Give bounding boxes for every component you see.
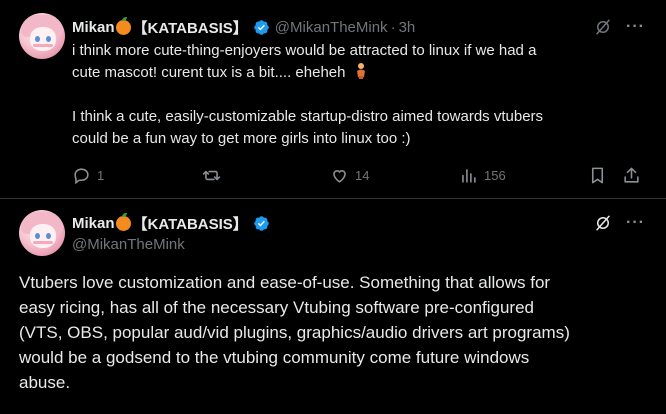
tweet1-top-right-icons: ··· xyxy=(594,18,645,36)
tweet2-top-right-icons: ··· xyxy=(594,214,645,232)
handle[interactable]: @MikanTheMink xyxy=(275,19,388,36)
tweet-divider xyxy=(0,198,666,199)
display-name[interactable]: Mikan xyxy=(72,215,115,232)
grok-icon[interactable] xyxy=(594,18,612,36)
separator-dot: · xyxy=(390,19,396,36)
share-button[interactable] xyxy=(622,166,641,185)
display-name-tag[interactable]: 【KATABASIS】 xyxy=(133,213,248,234)
tweet2-line: would be a godsend to the vtubing commun… xyxy=(19,348,530,367)
like-button[interactable]: 14 xyxy=(330,166,369,185)
more-options-icon[interactable]: ··· xyxy=(626,18,645,36)
bookmark-button[interactable] xyxy=(588,166,607,185)
tweet1-line: cute mascot! curent tux is a bit.... ehe… xyxy=(72,62,642,84)
tweet2-line: abuse. xyxy=(19,373,71,392)
emoji-icon xyxy=(356,63,365,79)
tweet2-body: Vtubers love customization and ease-of-u… xyxy=(19,270,659,395)
tweet1-body: i think more cute-thing-enjoyers would b… xyxy=(72,40,642,150)
more-options-icon[interactable]: ··· xyxy=(626,214,645,232)
orange-emoji-icon xyxy=(115,17,131,35)
tweet2-line: easy ricing, has all of the necessary Vt… xyxy=(19,298,534,317)
display-name[interactable]: Mikan xyxy=(72,19,115,36)
heart-icon xyxy=(333,170,346,183)
like-count: 14 xyxy=(355,168,370,183)
tweet1-line: could be a fun way to get more girls int… xyxy=(72,130,411,147)
views-button[interactable]: 156 xyxy=(459,166,506,185)
verified-badge-icon[interactable] xyxy=(253,215,270,232)
view-count: 156 xyxy=(484,168,506,183)
timestamp[interactable]: 3h xyxy=(399,19,416,36)
tweet1-header: Mikan 【KATABASIS】 @MikanTheMink · 3h xyxy=(72,17,415,38)
share-icon xyxy=(624,167,639,183)
views-chart-icon xyxy=(462,169,476,183)
tweet2-handle-line: @MikanTheMink xyxy=(72,236,185,253)
tweet2-header: Mikan 【KATABASIS】 xyxy=(72,213,270,234)
reply-button[interactable]: 1 xyxy=(72,166,104,185)
tweet1-line: i think more cute-thing-enjoyers would b… xyxy=(72,42,537,59)
repost-icon xyxy=(202,170,221,181)
display-name-tag[interactable]: 【KATABASIS】 xyxy=(133,17,248,38)
tweet1-action-bar: 1 14 156 xyxy=(72,166,647,186)
bookmark-icon xyxy=(591,167,604,184)
tweet2-line: Vtubers love customization and ease-of-u… xyxy=(19,273,551,292)
handle[interactable]: @MikanTheMink xyxy=(72,236,185,253)
avatar[interactable] xyxy=(19,13,65,59)
tweet1-line: I think a cute, easily-customizable star… xyxy=(72,108,544,125)
repost-button[interactable] xyxy=(202,166,221,185)
avatar[interactable] xyxy=(19,210,65,256)
reply-count: 1 xyxy=(97,168,105,183)
verified-badge-icon[interactable] xyxy=(253,19,270,36)
grok-icon[interactable] xyxy=(594,214,612,232)
orange-emoji-icon xyxy=(115,213,131,231)
reply-icon xyxy=(74,168,89,185)
tweet2-line: (VTS, OBS, popular aud/vid plugins, grap… xyxy=(19,323,570,342)
